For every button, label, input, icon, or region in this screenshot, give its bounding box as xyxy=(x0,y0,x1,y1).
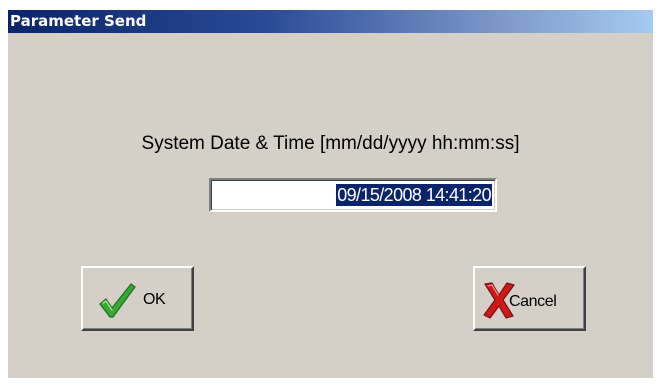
datetime-prompt-label: System Date & Time [mm/dd/yyyy hh:mm:ss] xyxy=(141,133,520,154)
parameter-send-dialog: Parameter Send System Date & Time [mm/dd… xyxy=(8,10,653,378)
title-bar[interactable]: Parameter Send xyxy=(8,10,653,33)
ok-button[interactable]: OK xyxy=(81,266,194,331)
cancel-button[interactable]: Cancel xyxy=(473,266,586,331)
window-title: Parameter Send xyxy=(10,12,147,30)
datetime-input-value: 09/15/2008 14:41:20 xyxy=(336,184,492,206)
checkmark-icon xyxy=(99,283,136,318)
ok-button-label: OK xyxy=(143,291,166,308)
cancel-button-label: Cancel xyxy=(509,293,557,310)
datetime-input[interactable]: 09/15/2008 14:41:20 xyxy=(209,178,497,212)
